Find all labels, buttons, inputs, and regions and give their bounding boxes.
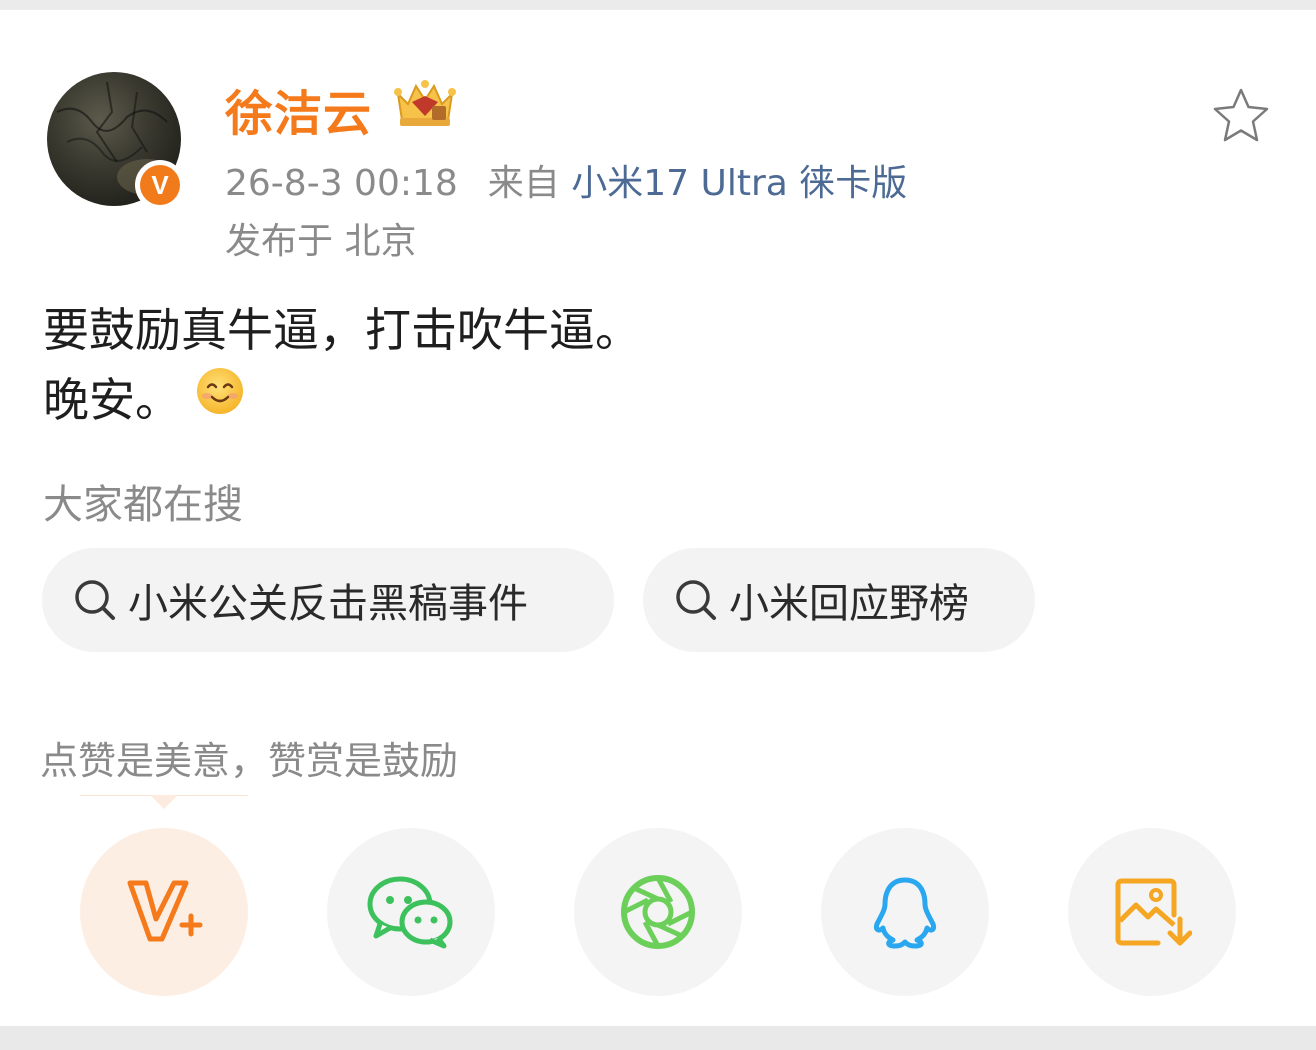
qq-share-button[interactable]	[821, 828, 989, 996]
save-image-button[interactable]	[1068, 828, 1236, 996]
qq-icon	[874, 877, 936, 949]
save-image-icon	[1115, 878, 1192, 946]
favorite-star-button[interactable]	[1210, 86, 1272, 150]
moments-icon	[621, 875, 695, 949]
search-chip[interactable]: 小米公关反击黑稿事件	[42, 548, 614, 652]
vplus-reward-button[interactable]	[80, 828, 248, 996]
reward-title: 点赞是美意，赞赏是鼓励	[40, 739, 459, 783]
search-chip-label: 小米回应野榜	[729, 581, 969, 627]
tooltip-arrow	[150, 795, 178, 809]
post-location: 发布于 北京	[225, 221, 417, 262]
search-icon	[676, 580, 716, 620]
moments-share-button[interactable]	[574, 828, 742, 996]
post-meta: 26-8-3 00:18 来自 小米17 Ultra 徕卡版	[225, 154, 907, 206]
wechat-icon	[367, 876, 453, 949]
search-chip-label: 小米公关反击黑稿事件	[128, 581, 528, 627]
username[interactable]: 徐洁云	[225, 74, 372, 144]
content-line: 要鼓励真牛逼，打击吹牛逼。	[43, 303, 641, 357]
post-timestamp: 26-8-3 00:18	[225, 163, 458, 204]
trending-search-title: 大家都在搜	[43, 482, 243, 528]
post-content: 要鼓励真牛逼，打击吹牛逼。 晚安。	[43, 295, 641, 435]
wechat-share-button[interactable]	[327, 828, 495, 996]
source-device-link[interactable]: 小米17 Ultra 徕卡版	[571, 163, 907, 204]
source-prefix: 来自	[487, 163, 560, 204]
vip-crown-icon	[392, 76, 458, 134]
vplus-reward-icon	[127, 880, 203, 942]
verified-v-icon: V	[140, 165, 180, 205]
search-icon	[75, 580, 115, 620]
smile-emoji	[195, 365, 245, 435]
content-line: 晚安。	[43, 365, 641, 435]
bottom-divider	[0, 1026, 1316, 1050]
content-text: 晚安。	[43, 373, 181, 427]
search-chip[interactable]: 小米回应野榜	[643, 548, 1035, 652]
verified-badge: V	[135, 160, 185, 210]
weibo-post-card: V 徐洁云 26-8-3 00:18 来自 小米17 Ultra 徕卡版 发布于 …	[0, 10, 1316, 1026]
